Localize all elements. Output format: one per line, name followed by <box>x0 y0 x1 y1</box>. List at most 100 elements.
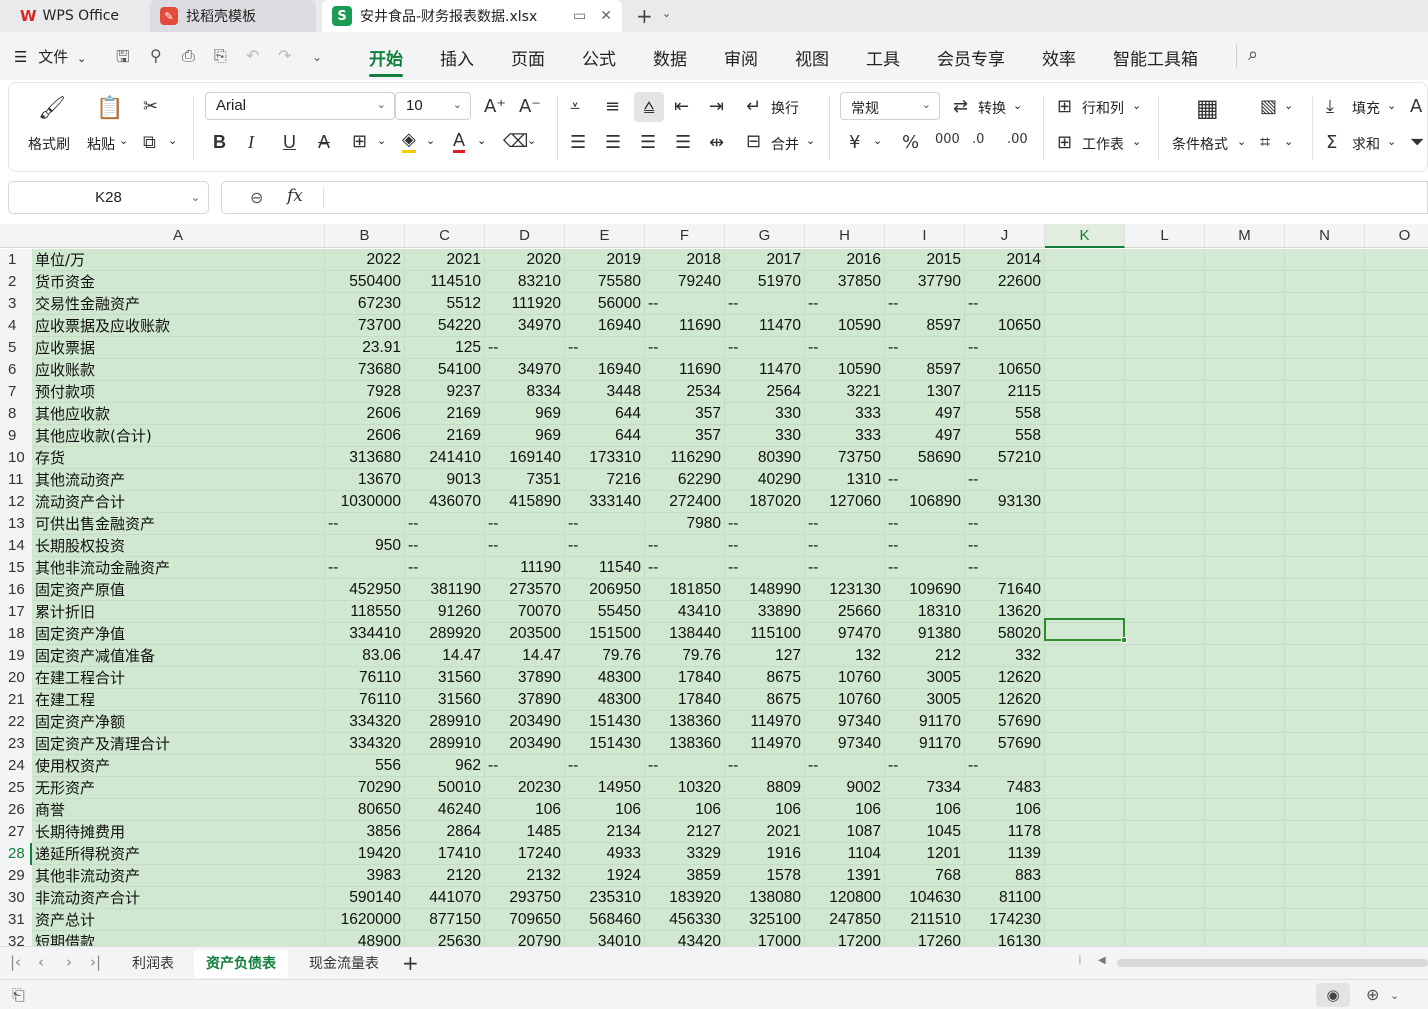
data-cell[interactable]: 2169 <box>405 425 485 447</box>
data-cell[interactable]: -- <box>805 337 885 359</box>
data-cell[interactable]: 20230 <box>485 777 565 799</box>
data-cell[interactable]: 3005 <box>885 667 965 689</box>
empty-cell[interactable] <box>1125 667 1205 689</box>
data-cell[interactable]: 8597 <box>885 359 965 381</box>
data-cell[interactable]: 12620 <box>965 689 1045 711</box>
chevron-down-icon[interactable]: ⌄ <box>377 134 386 147</box>
empty-cell[interactable] <box>1045 381 1125 403</box>
column-header-c[interactable]: C <box>405 224 485 248</box>
data-cell[interactable]: -- <box>805 755 885 777</box>
data-cell[interactable]: 138360 <box>645 733 725 755</box>
empty-cell[interactable] <box>1045 271 1125 293</box>
tab-file[interactable]: S 安井食品-财务报表数据.xlsx ▭ ✕ <box>322 0 622 32</box>
data-cell[interactable]: 9013 <box>405 469 485 491</box>
data-cell[interactable]: 46240 <box>405 799 485 821</box>
column-header-g[interactable]: G <box>725 224 805 248</box>
column-header-n[interactable]: N <box>1285 224 1365 248</box>
chevron-down-icon[interactable]: ⌄ <box>662 7 671 20</box>
first-sheet-icon[interactable]: |‹ <box>10 953 21 971</box>
data-cell[interactable]: 415890 <box>485 491 565 513</box>
empty-cell[interactable] <box>1125 293 1205 315</box>
row-header[interactable]: 16 <box>0 579 32 601</box>
data-cell[interactable]: 3856 <box>325 821 405 843</box>
data-cell[interactable]: 169140 <box>485 447 565 469</box>
data-cell[interactable]: 80390 <box>725 447 805 469</box>
row-header[interactable]: 5 <box>0 337 32 359</box>
data-cell[interactable]: 456330 <box>645 909 725 931</box>
data-cell[interactable]: -- <box>565 755 645 777</box>
row-header[interactable]: 21 <box>0 689 32 711</box>
format-painter-icon[interactable]: 🖌 <box>38 96 66 121</box>
data-cell[interactable]: 16940 <box>565 315 645 337</box>
data-cell[interactable]: 109690 <box>885 579 965 601</box>
data-cell[interactable]: 120800 <box>805 887 885 909</box>
data-cell[interactable]: -- <box>565 535 645 557</box>
data-cell[interactable]: 330 <box>725 425 805 447</box>
data-cell[interactable]: -- <box>405 535 485 557</box>
data-cell[interactable]: -- <box>885 469 965 491</box>
convert-icon[interactable]: ⇄ <box>953 96 968 117</box>
empty-cell[interactable] <box>1205 293 1285 315</box>
data-cell[interactable]: 70290 <box>325 777 405 799</box>
data-cell[interactable]: 18310 <box>885 601 965 623</box>
data-cell[interactable]: 187020 <box>725 491 805 513</box>
data-cell[interactable]: 1087 <box>805 821 885 843</box>
data-cell[interactable]: 590140 <box>325 887 405 909</box>
data-cell[interactable]: 2016 <box>805 249 885 271</box>
data-cell[interactable]: 54100 <box>405 359 485 381</box>
empty-cell[interactable] <box>1205 601 1285 623</box>
empty-cell[interactable] <box>1285 491 1365 513</box>
data-cell[interactable]: 293750 <box>485 887 565 909</box>
empty-cell[interactable] <box>1285 337 1365 359</box>
data-cell[interactable]: 2018 <box>645 249 725 271</box>
empty-cell[interactable] <box>1045 799 1125 821</box>
data-cell[interactable]: -- <box>885 755 965 777</box>
print-icon[interactable]: ⎙ <box>182 46 195 66</box>
data-cell[interactable]: 31560 <box>405 689 485 711</box>
empty-cell[interactable] <box>1365 359 1428 381</box>
data-cell[interactable]: 104630 <box>885 887 965 909</box>
data-cell[interactable]: 79240 <box>645 271 725 293</box>
row-label-cell[interactable]: 预付款项 <box>32 381 325 403</box>
empty-cell[interactable] <box>1125 645 1205 667</box>
row-header[interactable]: 23 <box>0 733 32 755</box>
row-header[interactable]: 20 <box>0 667 32 689</box>
empty-cell[interactable] <box>1125 249 1205 271</box>
data-cell[interactable]: 3329 <box>645 843 725 865</box>
data-cell[interactable]: 1139 <box>965 843 1045 865</box>
row-column-button[interactable]: 行和列 <box>1082 98 1124 118</box>
column-header-m[interactable]: M <box>1205 224 1285 248</box>
row-label-cell[interactable]: 递延所得税资产 <box>32 843 325 865</box>
data-cell[interactable]: 4933 <box>565 843 645 865</box>
empty-cell[interactable] <box>1045 711 1125 733</box>
row-label-cell[interactable]: 固定资产原值 <box>32 579 325 601</box>
data-cell[interactable]: 2864 <box>405 821 485 843</box>
empty-cell[interactable] <box>1365 887 1428 909</box>
row-header[interactable]: 28 <box>0 843 32 865</box>
data-cell[interactable]: -- <box>645 557 725 579</box>
data-cell[interactable]: 5512 <box>405 293 485 315</box>
increase-font-icon[interactable]: A⁺ <box>484 96 506 117</box>
sum-icon[interactable]: Σ <box>1326 132 1337 153</box>
data-cell[interactable]: 114510 <box>405 271 485 293</box>
data-cell[interactable]: 2014 <box>965 249 1045 271</box>
data-cell[interactable]: 132 <box>805 645 885 667</box>
data-cell[interactable]: 12620 <box>965 667 1045 689</box>
data-cell[interactable]: 1307 <box>885 381 965 403</box>
data-cell[interactable]: 203500 <box>485 623 565 645</box>
align-middle-icon[interactable]: ≡ <box>605 96 620 117</box>
data-cell[interactable]: 436070 <box>405 491 485 513</box>
data-cell[interactable]: 2020 <box>485 249 565 271</box>
data-cell[interactable]: 768 <box>885 865 965 887</box>
align-right-icon[interactable]: ☰ <box>640 132 656 153</box>
empty-cell[interactable] <box>1045 535 1125 557</box>
row-label-cell[interactable]: 使用权资产 <box>32 755 325 777</box>
row-label-cell[interactable]: 流动资产合计 <box>32 491 325 513</box>
data-cell[interactable]: -- <box>965 337 1045 359</box>
empty-cell[interactable] <box>1205 271 1285 293</box>
data-cell[interactable]: -- <box>965 293 1045 315</box>
data-cell[interactable]: 70070 <box>485 601 565 623</box>
data-cell[interactable]: -- <box>725 535 805 557</box>
empty-cell[interactable] <box>1365 557 1428 579</box>
data-cell[interactable]: 58690 <box>885 447 965 469</box>
